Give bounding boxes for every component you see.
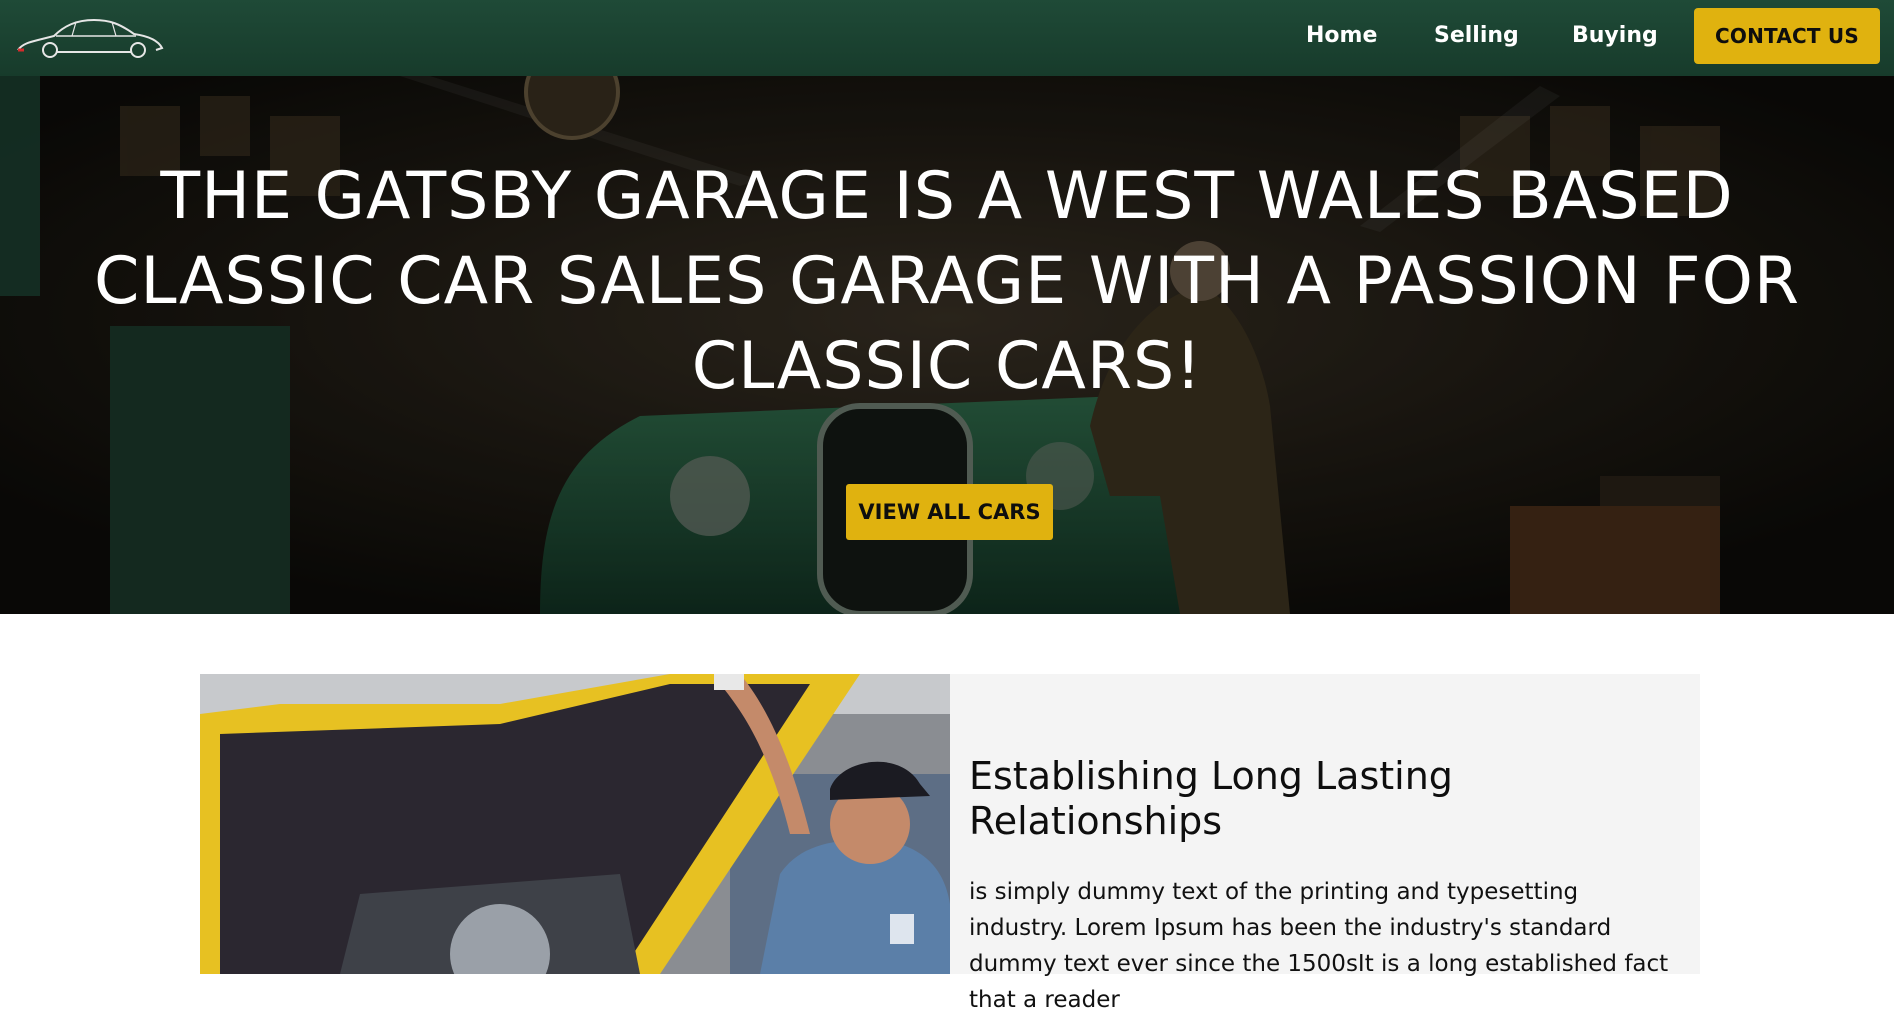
- nav-selling-link[interactable]: Selling: [1434, 20, 1519, 52]
- hero-section: THE GATSBY GARAGE IS A WEST WALES BASED …: [0, 76, 1894, 614]
- nav-home-link[interactable]: Home: [1306, 20, 1377, 52]
- logo-link[interactable]: [16, 12, 166, 58]
- feature-body-text: is simply dummy text of the printing and…: [969, 879, 1669, 1013]
- view-all-cars-button[interactable]: VIEW ALL CARS: [846, 484, 1053, 540]
- mechanic-photo: [200, 674, 950, 974]
- feature-heading: Establishing Long Lasting Relationships: [969, 754, 1453, 843]
- feature-card: Establishing Long Lasting Relationships …: [950, 674, 1700, 1013]
- mechanic-with-car-image: [200, 674, 950, 974]
- contact-us-button[interactable]: CONTACT US: [1694, 8, 1880, 64]
- top-navbar: Home Selling Buying CONTACT US: [0, 0, 1894, 76]
- nav-buying-link[interactable]: Buying: [1572, 20, 1658, 52]
- hero-title: THE GATSBY GARAGE IS A WEST WALES BASED …: [93, 159, 1801, 404]
- classic-car-outline-icon: [17, 18, 164, 58]
